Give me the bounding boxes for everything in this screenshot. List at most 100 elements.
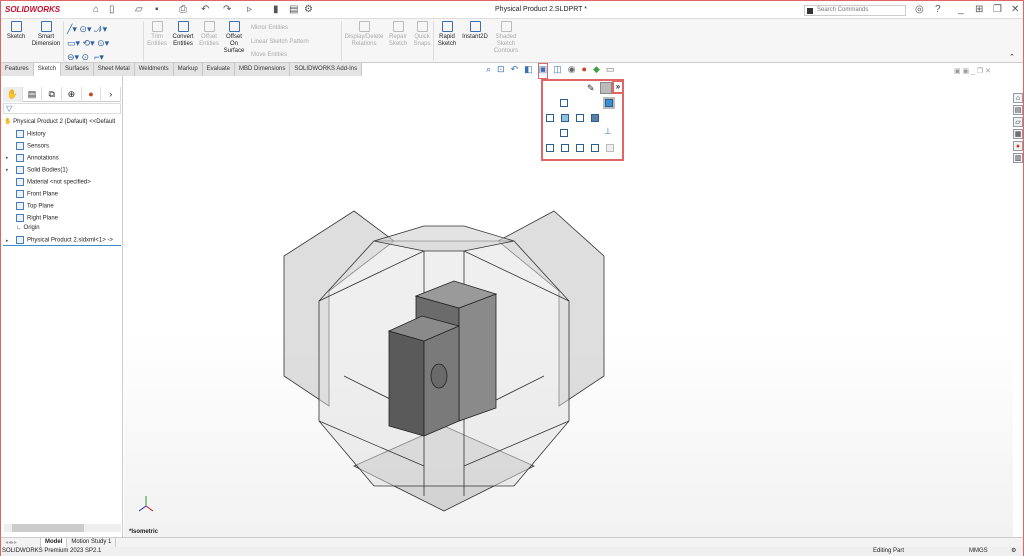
expand-icon[interactable]: ▸ [6,167,9,173]
tree-item-right-plane[interactable]: Right Plane [16,214,58,222]
tree-item-annotations[interactable]: Annotations [16,154,59,162]
collapse-ribbon-icon[interactable]: ⌃ [1009,53,1015,61]
view-selector-icon[interactable]: ✎ [587,83,595,94]
viewport-window-controls[interactable]: ▣ ▣ _ ❐ ✕ [954,67,991,75]
section-view-icon[interactable]: ◧ [524,64,533,78]
new-document-icon[interactable]: ▯ [109,4,115,15]
instant2d-button[interactable]: Instant2D [460,21,490,41]
save-icon[interactable]: ▪ [155,4,159,15]
tree-item-sldxml[interactable]: Physical Product 2.sldxml<1> -> [16,236,113,244]
undo-icon[interactable]: ↶ [201,4,209,15]
options-gear-icon[interactable]: ⚙ [304,4,313,15]
offset-on-surface-button[interactable]: Offset On Surface [223,21,245,55]
display-style-icon[interactable]: ◫ [553,64,562,78]
offset-entities-button[interactable]: Offset Entities [198,21,220,48]
tab-surfaces[interactable]: Surfaces [61,63,94,76]
shaded-sketch-contours-button[interactable]: Shaded Sketch Contours [492,21,520,55]
view-palette-icon[interactable]: ▦ [1013,129,1023,139]
tab-model[interactable]: Model [41,538,68,547]
rollback-bar[interactable] [3,245,121,246]
search-commands-input[interactable]: Search Commands [804,5,906,16]
design-library-icon[interactable]: ▤ [1013,105,1023,115]
file-properties-icon[interactable]: ▤ [289,4,298,15]
view-orientation-icon[interactable]: ▣ [537,63,549,79]
dimxpert-tab-icon[interactable]: ⊕ [62,87,82,102]
more-views-button[interactable]: » [612,80,624,94]
restore-button[interactable]: ❐ [993,4,1002,15]
bottom-view-icon[interactable] [560,129,568,137]
expand-icon[interactable]: ▸ [6,238,9,244]
tree-item-history[interactable]: History [16,130,46,138]
more-tabs-icon[interactable]: › [101,87,122,102]
repair-sketch-button[interactable]: Repair Sketch [387,21,409,48]
close-button[interactable]: ✕ [1011,4,1019,15]
appearances-icon[interactable]: ● [1013,141,1023,151]
isometric-view-icon[interactable] [603,97,615,109]
tree-root[interactable]: ✋ Physical Product 2 (Default) <<Default [4,118,115,125]
layout-button[interactable]: ⊞ [975,4,983,15]
minimize-button[interactable]: _ [958,4,964,15]
status-settings-icon[interactable]: ⚙ [1011,547,1016,554]
single-view-icon[interactable] [546,144,554,152]
tree-item-solid-bodies[interactable]: Solid Bodies(1) [16,166,68,174]
four-view-icon[interactable] [591,144,599,152]
help-icon[interactable]: ? [935,4,941,15]
expand-icon[interactable]: ▸ [6,155,9,161]
smart-dimension-button[interactable]: Smart Dimension [29,21,63,48]
sketch-button[interactable]: Sketch [5,21,27,41]
orientation-dialog-icon[interactable]: ⊥ [604,126,612,137]
rapid-sketch-button[interactable]: Rapid Sketch [435,21,459,48]
tab-sketch[interactable]: Sketch [33,63,62,76]
tree-item-origin[interactable]: ∟ Origin [16,225,40,231]
two-view-horizontal-icon[interactable] [561,144,569,152]
mirror-entities-button[interactable]: Mirror Entities [251,25,288,31]
two-view-vertical-icon[interactable] [576,144,584,152]
solidworks-resources-icon[interactable]: ⌂ [1013,93,1023,103]
quick-snaps-button[interactable]: Quick Snaps [412,21,432,48]
open-icon[interactable]: ▱ [135,4,143,15]
move-entities-button[interactable]: Move Entities [251,52,287,58]
tree-item-material[interactable]: Material <not specified> [16,178,91,186]
print-icon[interactable]: ⎙ [179,4,187,15]
trim-entities-button[interactable]: Trim Entities [146,21,168,48]
zoom-to-fit-icon[interactable]: ⌕ [486,64,491,78]
tab-navigation-arrows[interactable]: ◂◂▸▸ [1,538,41,547]
units-selector[interactable]: MMGS [969,548,988,554]
sketch-entity-tools[interactable]: ╱▾ ⊙▾ 𝒩▾ ▭▾ ⟲▾ ⊙▾ ⊖▾ ⊙ ⌐▾ [67,22,109,64]
top-view-icon[interactable] [560,99,568,107]
user-icon[interactable]: ◎ [915,4,924,15]
tab-sheet-metal[interactable]: Sheet Metal [93,63,135,76]
display-manager-tab-icon[interactable]: ● [82,87,102,102]
previous-view-icon[interactable]: ↶ [511,64,519,78]
display-delete-relations-button[interactable]: Display/Delete Relations [343,21,385,48]
tree-item-front-plane[interactable]: Front Plane [16,190,58,198]
rebuild-icon[interactable]: ▮ [273,4,279,15]
front-view-icon[interactable] [561,114,569,122]
view-settings-icon[interactable]: ▭ [606,64,615,78]
tab-features[interactable]: Features [1,63,34,76]
tree-item-sensors[interactable]: Sensors [16,142,49,150]
tab-mbd-dimensions[interactable]: MBD Dimensions [235,63,291,76]
home-icon[interactable]: ⌂ [93,4,99,15]
apply-scene-icon[interactable]: ◆ [593,64,600,78]
filter-icon[interactable]: ▽ [3,103,121,114]
tab-weldments[interactable]: Weldments [134,63,174,76]
edit-appearance-icon[interactable]: ● [582,64,587,78]
horizontal-scrollbar[interactable] [4,524,121,532]
normal-to-icon[interactable] [600,82,612,94]
link-views-icon[interactable] [606,144,614,152]
tab-markup[interactable]: Markup [173,63,203,76]
right-view-icon[interactable] [576,114,584,122]
hide-show-items-icon[interactable]: ◉ [568,64,576,78]
linear-sketch-pattern-button[interactable]: Linear Sketch Pattern [251,39,309,45]
custom-properties-icon[interactable]: ▥ [1013,153,1023,163]
tab-motion-study-1[interactable]: Motion Study 1 [67,538,117,547]
feature-manager-tab-icon[interactable]: ✋ [3,87,23,102]
select-icon[interactable]: ▹ [247,4,252,15]
file-explorer-icon[interactable]: ▱ [1013,117,1023,127]
back-view-icon[interactable] [591,114,599,122]
convert-entities-button[interactable]: Convert Entities [170,21,196,48]
zoom-to-area-icon[interactable]: ⊡ [497,64,505,78]
tab-solidworks-add-ins[interactable]: SOLIDWORKS Add-Ins [290,63,363,76]
redo-icon[interactable]: ↷ [223,4,231,15]
